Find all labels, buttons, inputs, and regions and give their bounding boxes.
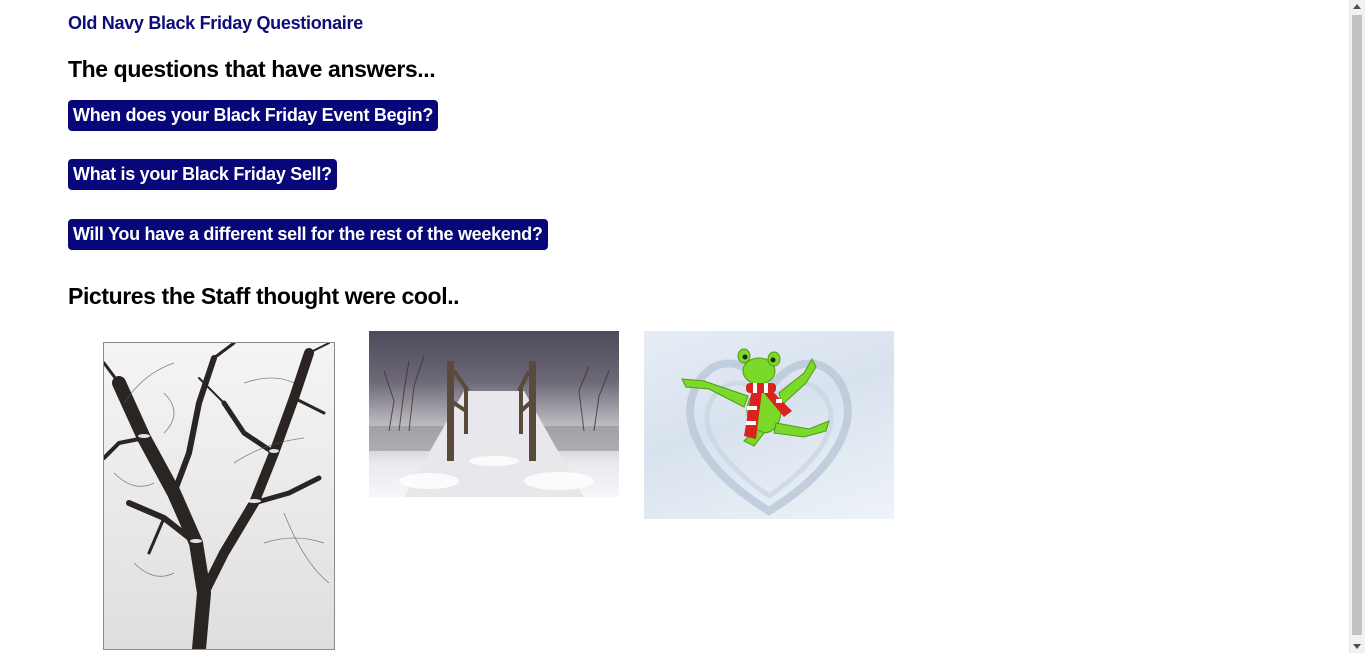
scroll-thumb[interactable]: [1352, 15, 1362, 635]
page: Old Navy Black Friday Questionaire The q…: [0, 0, 1365, 653]
frog-snow-angel-image: [644, 331, 894, 519]
pictures-heading: Pictures the Staff thought were cool..: [68, 283, 460, 309]
scroll-down-arrow-icon[interactable]: [1353, 644, 1361, 649]
question-button-event-begin[interactable]: When does your Black Friday Event Begin?: [68, 100, 439, 131]
snowy-tree-image: [103, 342, 335, 650]
question-button-weekend-sell[interactable]: Will You have a different sell for the r…: [68, 219, 548, 250]
question-button-sell[interactable]: What is your Black Friday Sell?: [68, 159, 337, 190]
vertical-scrollbar[interactable]: [1349, 0, 1365, 653]
questions-heading: The questions that have answers...: [68, 56, 436, 82]
site-title: Old Navy Black Friday Questionaire: [68, 13, 363, 33]
snowy-bridge-image: [369, 331, 619, 497]
scroll-up-arrow-icon[interactable]: [1353, 4, 1361, 9]
